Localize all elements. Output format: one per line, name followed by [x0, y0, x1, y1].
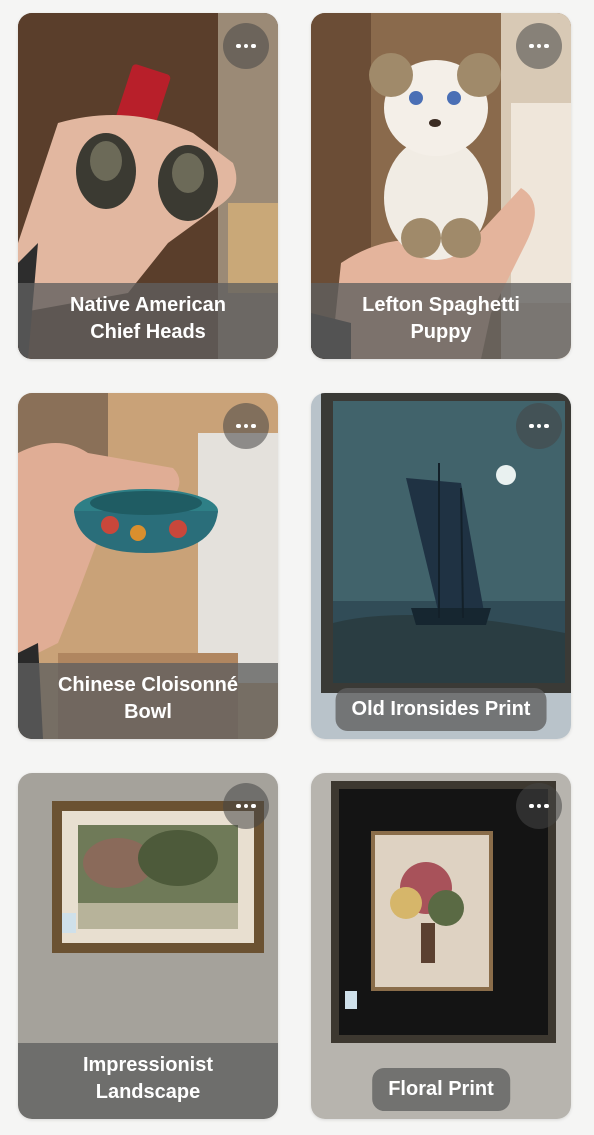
item-title: Impressionist Landscape — [18, 1043, 278, 1119]
item-title-line: Puppy — [410, 321, 472, 343]
item-card-native-american-chief-heads[interactable]: Native American Chief Heads — [18, 13, 278, 359]
more-horizontal-icon — [529, 423, 549, 429]
item-title: Lefton Spaghetti Puppy — [311, 283, 571, 359]
item-grid: Native American Chief Heads Lefton Spagh… — [0, 0, 594, 1135]
item-card-floral-print[interactable]: Floral Print — [311, 773, 571, 1119]
item-card-impressionist-landscape[interactable]: Impressionist Landscape — [18, 773, 278, 1119]
item-title: Chinese Cloisonné Bowl — [18, 663, 278, 739]
more-options-button[interactable] — [223, 23, 269, 69]
more-horizontal-icon — [236, 423, 256, 429]
item-title-line: Lefton Spaghetti — [362, 294, 520, 316]
item-title-line: Landscape — [95, 1081, 201, 1103]
more-options-button[interactable] — [223, 403, 269, 449]
more-options-button[interactable] — [516, 783, 562, 829]
more-horizontal-icon — [529, 803, 549, 809]
item-title-line: Chief Heads — [90, 321, 206, 343]
more-horizontal-icon — [529, 43, 549, 49]
more-options-button[interactable] — [516, 403, 562, 449]
more-horizontal-icon — [236, 43, 256, 49]
item-title-line: Old Ironsides Print — [351, 698, 531, 720]
more-options-button[interactable] — [223, 783, 269, 829]
item-card-chinese-cloisonne-bowl[interactable]: Chinese Cloisonné Bowl — [18, 393, 278, 739]
item-title: Floral Print — [372, 1068, 510, 1111]
item-title-line: Bowl — [124, 701, 172, 723]
item-title-line: Impressionist — [82, 1054, 214, 1076]
item-title: Old Ironsides Print — [335, 688, 547, 731]
more-horizontal-icon — [236, 803, 256, 809]
item-title-line: Chinese Cloisonné — [57, 674, 239, 696]
more-options-button[interactable] — [516, 23, 562, 69]
item-title: Native American Chief Heads — [18, 283, 278, 359]
item-card-lefton-spaghetti-puppy[interactable]: Lefton Spaghetti Puppy — [311, 13, 571, 359]
item-card-old-ironsides-print[interactable]: Old Ironsides Print — [311, 393, 571, 739]
item-title-line: Floral Print — [388, 1078, 494, 1100]
item-title-line: Native American — [70, 294, 226, 316]
